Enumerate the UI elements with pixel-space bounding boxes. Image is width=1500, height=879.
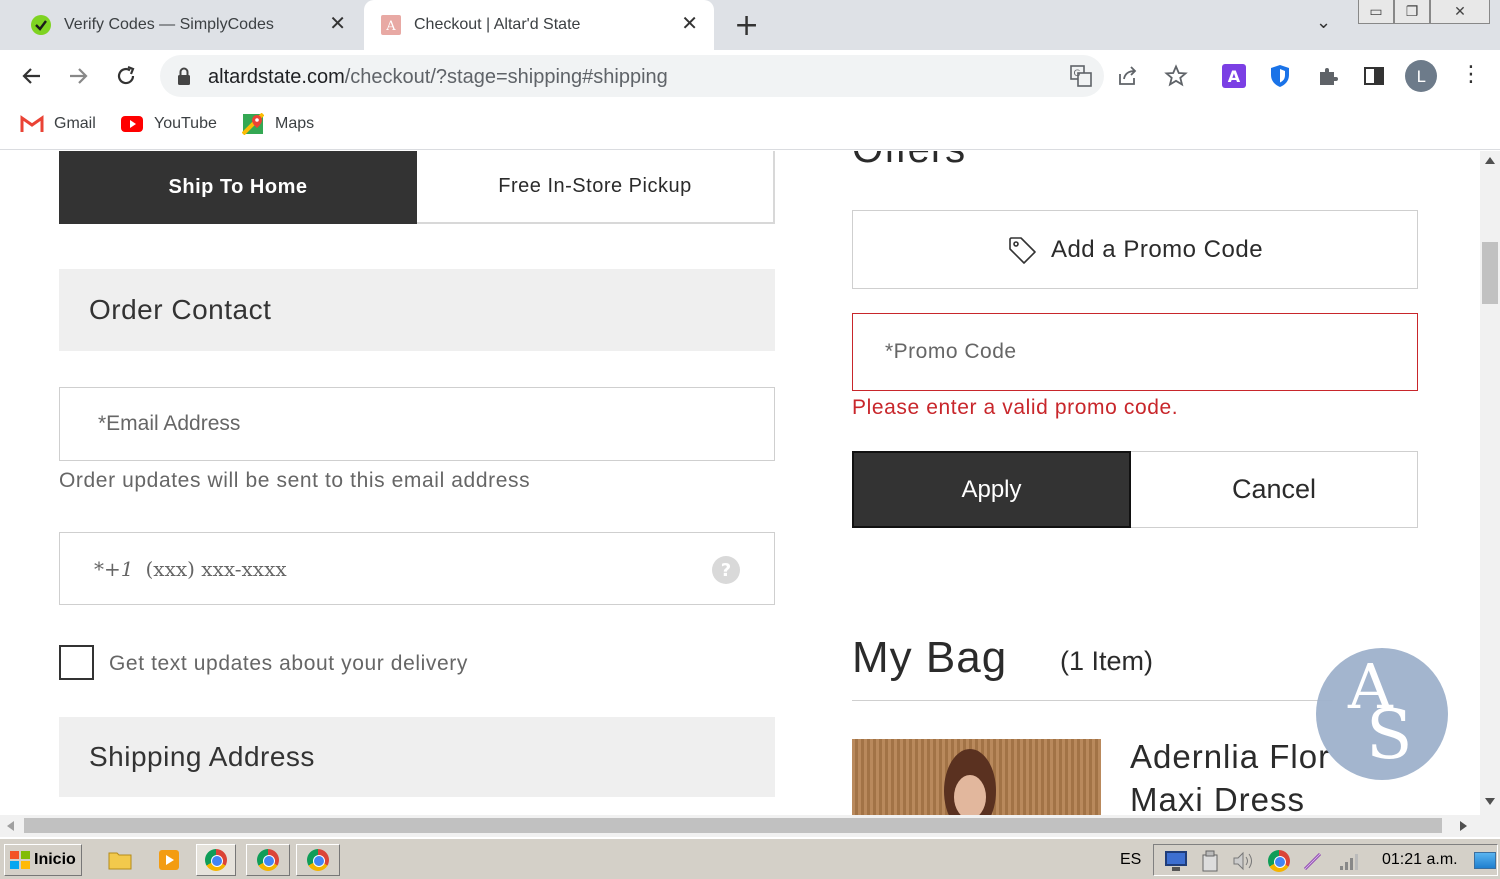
phone-placeholder: (xxx) xxx-xxxx [145,556,287,581]
product-image[interactable] [852,739,1101,815]
clock[interactable]: 01:21 a.m. [1382,851,1458,869]
tab-search-chevron-icon[interactable]: ⌄ [1316,12,1331,33]
shipping-address-heading: Shipping Address [59,717,775,797]
promo-error-message: Please enter a valid promo code. [852,396,1179,419]
tab-checkout[interactable]: A Checkout | Altar'd State ✕ [364,0,714,50]
bag-item-count: (1 Item) [1060,646,1154,676]
help-icon[interactable]: ? [712,556,740,584]
svg-text:G: G [1074,69,1081,79]
email-field[interactable]: *Email Address [59,387,775,461]
add-promo-code-button[interactable]: Add a Promo Code [852,210,1418,289]
file-explorer-icon[interactable] [108,850,132,874]
browser-tab-strip: Verify Codes — SimplyCodes ✕ A Checkout … [0,0,1500,50]
scroll-up-arrow-icon[interactable] [1485,157,1495,164]
restore-window-button[interactable]: ❐ [1394,0,1430,24]
bookmark-youtube[interactable]: YouTube [120,114,217,134]
close-window-button[interactable]: ✕ [1430,0,1490,24]
menu-kebab-icon[interactable]: ⋮ [1460,63,1482,87]
apply-button[interactable]: Apply [852,451,1131,528]
shield-extension-icon[interactable] [1268,63,1292,95]
windows-flag-icon [9,850,31,870]
sms-updates-label: Get text updates about your delivery [109,652,468,675]
bookmark-star-icon[interactable] [1164,64,1188,94]
translate-icon[interactable]: G [1070,65,1092,91]
monitor-tray-icon[interactable] [1164,850,1188,876]
taskbar-chrome-window-2[interactable] [246,844,290,876]
ship-to-home-tab[interactable]: Ship To Home [59,151,417,224]
bookmarks-bar: Gmail YouTube Maps [0,102,1500,150]
browser-toolbar: altardstate.com/checkout/?stage=shipping… [0,50,1500,102]
offers-heading: Offers [852,151,966,172]
logo-letter-s: S [1366,696,1413,775]
network-tray-icon[interactable] [1338,850,1362,876]
altard-state-logo-badge[interactable]: A S [1316,648,1448,780]
lock-icon[interactable] [176,66,192,90]
close-tab-icon[interactable]: ✕ [329,14,346,34]
close-tab-icon[interactable]: ✕ [681,14,698,34]
share-icon[interactable] [1116,64,1140,94]
url-text: altardstate.com/checkout/?stage=shipping… [208,66,668,88]
promo-code-input[interactable]: *Promo Code [852,313,1418,391]
store-pickup-tab[interactable]: Free In-Store Pickup [417,151,775,224]
scrollbar-corner [1480,815,1500,837]
vertical-scroll-thumb[interactable] [1482,242,1498,304]
horizontal-scrollbar[interactable] [0,815,1480,837]
reload-icon[interactable] [114,64,138,94]
start-button[interactable]: Inicio [4,844,82,876]
chrome-icon [257,849,279,871]
vertical-scrollbar[interactable] [1480,151,1500,815]
extensions-puzzle-icon[interactable] [1316,64,1340,94]
forward-arrow-icon[interactable] [66,64,90,94]
chrome-tray-icon[interactable] [1268,850,1290,872]
back-arrow-icon[interactable] [20,64,44,94]
altard-state-favicon-icon: A [380,14,402,36]
product-name-line1[interactable]: Adernlia Flor [1130,738,1330,776]
bag-divider [852,700,1332,701]
address-bar[interactable]: altardstate.com/checkout/?stage=shipping… [160,55,1104,97]
cancel-button[interactable]: Cancel [1131,451,1418,528]
checkout-page: Ship To Home Free In-Store Pickup Order … [0,151,1480,815]
profile-avatar[interactable]: L [1405,60,1437,92]
scroll-right-arrow-icon[interactable] [1460,821,1467,831]
scroll-down-arrow-icon[interactable] [1485,798,1495,805]
minimize-window-button[interactable]: ▭ [1358,0,1394,24]
svg-text:A: A [385,19,396,34]
simplycodes-favicon-icon [30,14,52,36]
tab-title: Checkout | Altar'd State [414,16,581,33]
gmail-icon [20,114,44,134]
media-player-icon[interactable] [158,849,180,875]
tab-title: Verify Codes — SimplyCodes [64,16,274,33]
tag-icon [1007,235,1037,265]
sms-updates-checkbox[interactable] [59,645,94,680]
product-name-line2[interactable]: Maxi Dress [1130,781,1305,815]
tab-simplycodes[interactable]: Verify Codes — SimplyCodes ✕ [0,0,362,50]
show-desktop-icon[interactable] [1474,852,1496,869]
taskbar-chrome-window-1[interactable] [196,844,236,876]
email-placeholder: *Email Address [98,412,241,435]
device-tray-icon[interactable] [1200,850,1220,876]
scroll-left-arrow-icon[interactable] [7,821,14,831]
extension-a-icon[interactable]: A [1222,64,1246,88]
pen-tray-icon[interactable] [1302,850,1324,876]
taskbar-chrome-window-3[interactable] [296,844,340,876]
windows-taskbar: Inicio ES 01:21 a.m. [0,837,1500,879]
chrome-icon [307,849,329,871]
maps-icon [241,113,265,135]
bookmark-maps[interactable]: Maps [241,113,314,135]
promo-code-placeholder: *Promo Code [885,340,1017,363]
new-tab-button[interactable]: + [734,8,759,43]
system-tray: 01:21 a.m. [1153,844,1498,876]
phone-field[interactable]: *+1 (xxx) xxx-xxxx ? [59,532,775,605]
phone-country-code: *+1 [94,556,134,581]
email-hint: Order updates will be sent to this email… [59,469,531,492]
bookmark-gmail[interactable]: Gmail [20,114,96,134]
order-contact-heading: Order Contact [59,269,775,351]
side-panel-icon[interactable] [1362,64,1386,94]
youtube-icon [120,114,144,134]
chrome-icon [205,849,227,871]
my-bag-heading: My Bag [852,633,1008,682]
horizontal-scroll-thumb[interactable] [24,818,1442,833]
language-indicator[interactable]: ES [1120,851,1141,869]
volume-tray-icon[interactable] [1232,850,1256,876]
